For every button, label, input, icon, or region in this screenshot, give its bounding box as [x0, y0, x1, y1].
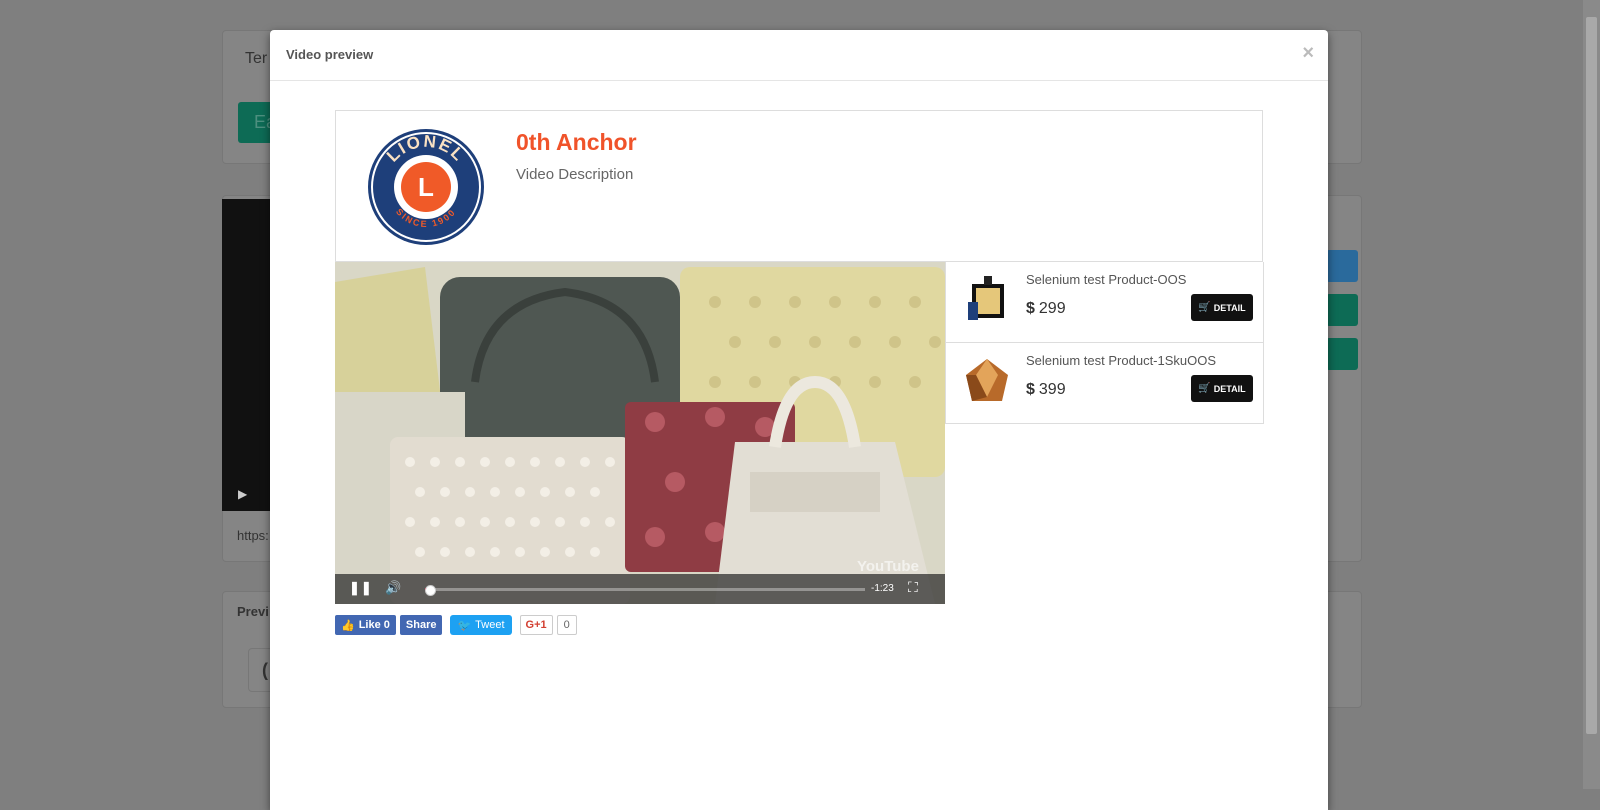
- anchor-card: L LIONEL SINCE 1900 0th Anchor Video Des…: [335, 110, 1263, 261]
- product-price: $299: [1026, 300, 1066, 318]
- product-price: $399: [1026, 381, 1066, 399]
- volume-icon[interactable]: 🔊: [385, 580, 401, 596]
- facebook-share-button[interactable]: Share: [399, 615, 443, 635]
- currency-symbol: $: [1026, 381, 1035, 398]
- modal-header: Video preview ×: [270, 30, 1328, 81]
- social-share-bar: 👍 Like 0 Share 🐦 Tweet G+1 0: [335, 615, 577, 635]
- google-plus-count: 0: [556, 615, 577, 635]
- product-list: Selenium test Product-OOS $299 🛒 DETAIL S…: [945, 262, 1264, 424]
- page-scrollbar[interactable]: [1583, 0, 1600, 789]
- video-preview-modal: Video preview × L LIONEL SINCE 1900 0th …: [270, 30, 1328, 810]
- thumbs-up-icon: 👍: [341, 619, 355, 632]
- cart-icon: 🛒: [1198, 383, 1211, 394]
- perfume-gem-image: [966, 359, 1008, 401]
- bg-preview-label: Previ: [237, 604, 269, 619]
- anchor-description: Video Description: [516, 166, 634, 183]
- currency-symbol: $: [1026, 300, 1035, 317]
- product-name[interactable]: Selenium test Product-1SkuOOS: [1026, 353, 1216, 368]
- svg-text:L: L: [418, 172, 434, 202]
- detail-label: DETAIL: [1213, 302, 1246, 313]
- product-name[interactable]: Selenium test Product-OOS: [1026, 272, 1186, 287]
- detail-label: DETAIL: [1213, 383, 1246, 394]
- product-item[interactable]: Selenium test Product-OOS $299 🛒 DETAIL: [946, 262, 1263, 343]
- google-plus-button[interactable]: G+1: [519, 615, 553, 635]
- video-frame[interactable]: YouTube ❚❚ 🔊 -1:23 ⛶: [335, 262, 945, 604]
- close-icon[interactable]: ×: [1302, 42, 1314, 65]
- bg-green-button-3: [1326, 338, 1358, 370]
- anchor-name: 0th Anchor: [516, 129, 637, 155]
- bg-url-text: https:: [237, 528, 269, 543]
- perfume-bottle-image: [968, 276, 1004, 320]
- bg-panel-title: Ter: [245, 50, 268, 67]
- lionel-logo: L LIONEL SINCE 1900: [368, 129, 484, 245]
- tweet-button[interactable]: 🐦 Tweet: [450, 615, 512, 635]
- bg-blue-button: [1326, 250, 1358, 282]
- progress-handle[interactable]: [425, 585, 437, 596]
- scrollbar-thumb[interactable]: [1586, 17, 1597, 734]
- tweet-label: Tweet: [475, 619, 505, 631]
- product-item[interactable]: Selenium test Product-1SkuOOS $399 🛒 DETA…: [946, 343, 1263, 423]
- price-value: 299: [1038, 300, 1066, 317]
- like-label: Like 0: [358, 619, 390, 631]
- video-still-image: [335, 262, 945, 604]
- pause-icon[interactable]: ❚❚: [349, 580, 373, 596]
- bg-video-thumbnail: [222, 199, 272, 511]
- player-body: YouTube ❚❚ 🔊 -1:23 ⛶ Selenium test Produ…: [335, 261, 1264, 604]
- price-value: 399: [1038, 381, 1066, 398]
- cart-icon: 🛒: [1198, 302, 1211, 313]
- bg-input-text: (: [262, 660, 268, 680]
- video-player-widget: L LIONEL SINCE 1900 0th Anchor Video Des…: [335, 110, 1264, 635]
- facebook-like-button[interactable]: 👍 Like 0: [335, 615, 396, 635]
- bg-green-button-2: [1326, 294, 1358, 326]
- time-remaining: -1:23: [871, 583, 894, 594]
- fullscreen-icon[interactable]: ⛶: [908, 579, 918, 596]
- twitter-bird-icon: 🐦: [457, 619, 472, 632]
- youtube-watermark[interactable]: YouTube: [857, 558, 919, 575]
- bg-play-icon: ▶: [238, 487, 248, 501]
- detail-button[interactable]: 🛒 DETAIL: [1191, 294, 1253, 321]
- modal-title: Video preview: [286, 47, 374, 62]
- video-controls: ❚❚ 🔊 -1:23 ⛶: [335, 574, 945, 604]
- progress-bar[interactable]: [425, 585, 865, 596]
- detail-button[interactable]: 🛒 DETAIL: [1191, 375, 1253, 402]
